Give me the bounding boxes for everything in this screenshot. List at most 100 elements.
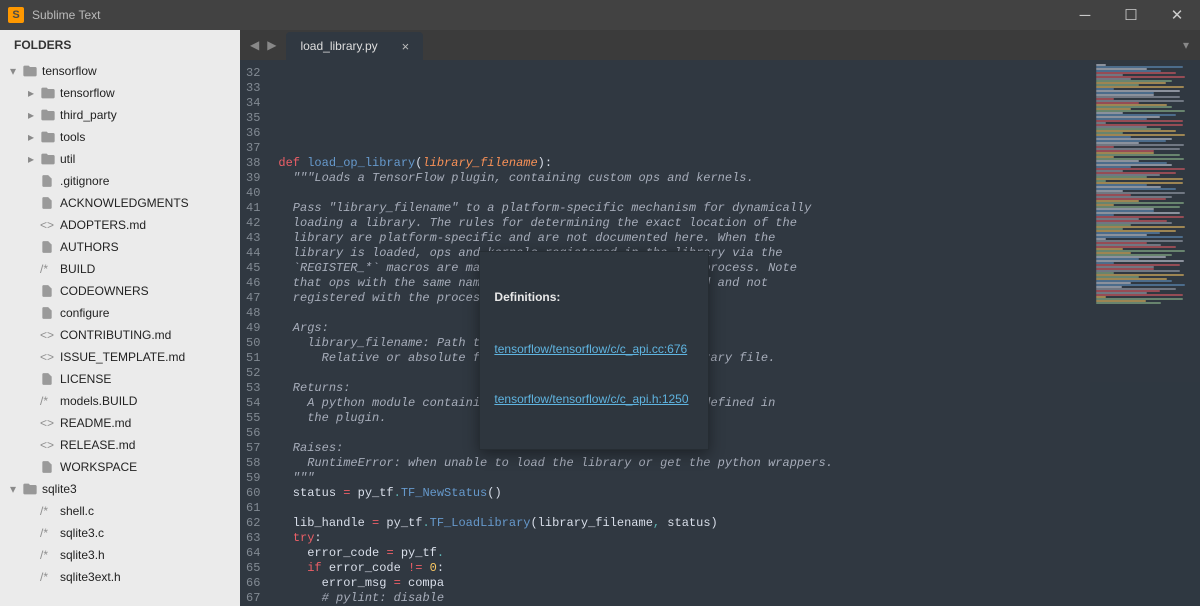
file-row[interactable]: LICENSE	[0, 368, 240, 390]
code-line[interactable]: error_msg = compa	[278, 576, 1200, 591]
code-line[interactable]	[278, 306, 1200, 321]
tree-label: models.BUILD	[60, 394, 137, 408]
definition-link[interactable]: tensorflow/tensorflow/c/c_api.h:1250	[494, 389, 694, 409]
code-line[interactable]: Args:	[278, 321, 1200, 336]
code-line[interactable]: """	[278, 471, 1200, 486]
file-icon	[40, 372, 60, 386]
file-row[interactable]: <>CONTRIBUTING.md	[0, 324, 240, 346]
code-line[interactable]	[278, 186, 1200, 201]
chevron-icon: ▸	[28, 130, 40, 144]
file-row[interactable]: <>RELEASE.md	[0, 434, 240, 456]
code-line[interactable]: Pass "library_filename" to a platform-sp…	[278, 201, 1200, 216]
folder-row[interactable]: ▸tools	[0, 126, 240, 148]
code-line[interactable]: library is loaded, ops and kernels regis…	[278, 246, 1200, 261]
code-line[interactable]: registered with the process.	[278, 291, 1200, 306]
tree-label: shell.c	[60, 504, 94, 518]
chevron-icon: ▸	[28, 86, 40, 100]
tab-strip: ◀ ▶ load_library.py × ▾	[240, 30, 1200, 60]
nav-back-icon[interactable]: ◀	[250, 38, 259, 52]
file-row[interactable]: /*BUILD	[0, 258, 240, 280]
file-icon	[40, 460, 60, 474]
folder-row[interactable]: ▾tensorflow	[0, 60, 240, 82]
tree-label: LICENSE	[60, 372, 111, 386]
tree-label: sqlite3.c	[60, 526, 104, 540]
folder-icon	[40, 151, 60, 167]
file-row[interactable]: configure	[0, 302, 240, 324]
code-line[interactable]: loading a library. The rules for determi…	[278, 216, 1200, 231]
code-line[interactable]: RuntimeError: when unable to load the li…	[278, 456, 1200, 471]
file-row[interactable]: <>README.md	[0, 412, 240, 434]
chevron-icon: ▾	[10, 64, 22, 78]
file-row[interactable]: /*sqlite3.h	[0, 544, 240, 566]
file-row[interactable]: WORKSPACE	[0, 456, 240, 478]
folder-row[interactable]: ▸tensorflow	[0, 82, 240, 104]
code-line[interactable]: # pylint: disable	[278, 591, 1200, 606]
sidebar[interactable]: FOLDERS ▾tensorflow▸tensorflow▸third_par…	[0, 30, 240, 606]
editor: ◀ ▶ load_library.py × ▾ 3233343536373839…	[240, 30, 1200, 606]
folder-icon	[40, 85, 60, 101]
code-line[interactable]: library_filename: Path to the plugin.	[278, 336, 1200, 351]
code-body[interactable]: def load_op_library(library_filename): "…	[274, 60, 1200, 606]
tree-label: ACKNOWLEDGMENTS	[60, 196, 189, 210]
code-line[interactable]: """Loads a TensorFlow plugin, containing…	[278, 171, 1200, 186]
file-row[interactable]: AUTHORS	[0, 236, 240, 258]
file-row[interactable]: <>ADOPTERS.md	[0, 214, 240, 236]
code-line[interactable]: the plugin.	[278, 411, 1200, 426]
folder-icon	[22, 481, 42, 497]
file-row[interactable]: ACKNOWLEDGMENTS	[0, 192, 240, 214]
folder-icon	[22, 63, 42, 79]
code-line[interactable]: Relative or absolute filesystem path to …	[278, 351, 1200, 366]
code-line[interactable]	[278, 426, 1200, 441]
code-line[interactable]: status = py_tf.TF_NewStatus()	[278, 486, 1200, 501]
file-row[interactable]: <>ISSUE_TEMPLATE.md	[0, 346, 240, 368]
code-line[interactable]	[278, 501, 1200, 516]
tree-label: RELEASE.md	[60, 438, 135, 452]
file-row[interactable]: /*models.BUILD	[0, 390, 240, 412]
tab-label: load_library.py	[300, 39, 377, 53]
app-title: Sublime Text	[32, 8, 100, 22]
folder-row[interactable]: ▸third_party	[0, 104, 240, 126]
minimap[interactable]	[1090, 60, 1200, 606]
tree-label: util	[60, 152, 75, 166]
code-line[interactable]: if error_code != 0:	[278, 561, 1200, 576]
tree-label: configure	[60, 306, 109, 320]
folder-row[interactable]: ▾sqlite3	[0, 478, 240, 500]
tree-label: BUILD	[60, 262, 95, 276]
code-line[interactable]: def load_op_library(library_filename):	[278, 156, 1200, 171]
gutter: 3233343536373839404142434445464748495051…	[240, 60, 274, 606]
code-line[interactable]	[278, 366, 1200, 381]
code-line[interactable]: that ops with the same name as an existi…	[278, 276, 1200, 291]
folder-row[interactable]: ▸util	[0, 148, 240, 170]
file-row[interactable]: CODEOWNERS	[0, 280, 240, 302]
tab-active[interactable]: load_library.py ×	[286, 32, 423, 60]
code-line[interactable]	[278, 141, 1200, 156]
file-icon: <>	[40, 350, 60, 364]
file-icon: <>	[40, 438, 60, 452]
code-line[interactable]: lib_handle = py_tf.TF_LoadLibrary(librar…	[278, 516, 1200, 531]
file-icon: <>	[40, 328, 60, 342]
tab-menu-icon[interactable]: ▾	[1172, 30, 1200, 60]
definitions-popup: Definitions: tensorflow/tensorflow/c/c_a…	[479, 251, 709, 450]
file-row[interactable]: /*sqlite3.c	[0, 522, 240, 544]
window-close-button[interactable]: ✕	[1154, 0, 1200, 30]
file-icon	[40, 196, 60, 210]
definition-link[interactable]: tensorflow/tensorflow/c/c_api.cc:676	[494, 339, 694, 359]
nav-forward-icon[interactable]: ▶	[267, 38, 276, 52]
code-line[interactable]: Raises:	[278, 441, 1200, 456]
file-icon	[40, 284, 60, 298]
file-icon	[40, 240, 60, 254]
file-row[interactable]: .gitignore	[0, 170, 240, 192]
code-line[interactable]: try:	[278, 531, 1200, 546]
code-line[interactable]: library are platform-specific and are no…	[278, 231, 1200, 246]
window-minimize-button[interactable]: ─	[1062, 0, 1108, 30]
code-line[interactable]: A python module containing the Python wr…	[278, 396, 1200, 411]
chevron-icon: ▸	[28, 108, 40, 122]
code-line[interactable]: Returns:	[278, 381, 1200, 396]
code-line[interactable]: error_code = py_tf.	[278, 546, 1200, 561]
window-maximize-button[interactable]: ☐	[1108, 0, 1154, 30]
tab-close-icon[interactable]: ×	[402, 39, 410, 54]
code-line[interactable]: `REGISTER_*` macros are made available i…	[278, 261, 1200, 276]
file-row[interactable]: /*shell.c	[0, 500, 240, 522]
file-row[interactable]: /*sqlite3ext.h	[0, 566, 240, 588]
file-icon: /*	[40, 570, 60, 584]
